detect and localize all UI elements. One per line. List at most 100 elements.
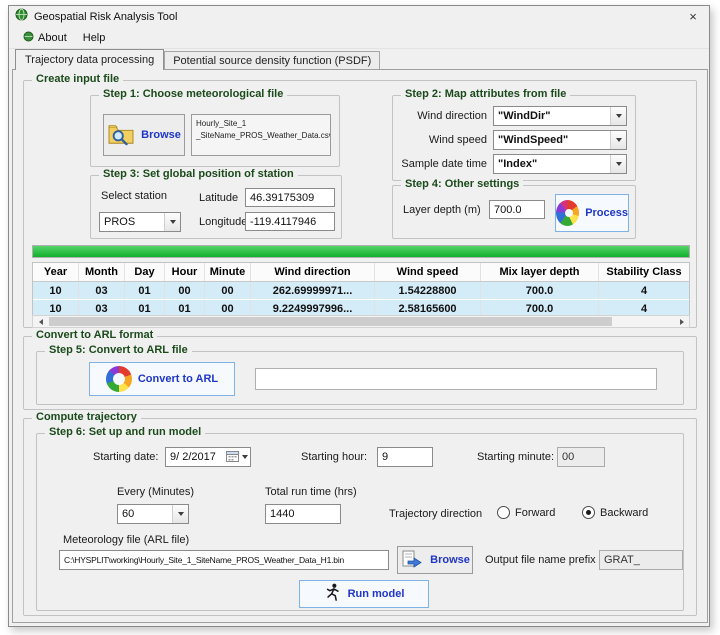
screen: Geospatial Risk Analysis Tool × About He… xyxy=(0,0,720,635)
step4-group: Step 4: Other settings Layer depth (m) 7… xyxy=(392,185,636,239)
starting-date-picker[interactable]: 9/ 2/2017 xyxy=(165,447,251,467)
browse-met-file-button[interactable]: Browse xyxy=(103,114,185,156)
latitude-input[interactable]: 46.39175309 xyxy=(245,188,335,207)
window-title: Geospatial Risk Analysis Tool xyxy=(34,11,177,23)
browse-arl-file-label: Browse xyxy=(430,554,470,566)
tab-trajectory-data-processing[interactable]: Trajectory data processing xyxy=(15,49,164,70)
cell-wind-direction: 262.69999971... xyxy=(251,282,375,299)
wind-speed-value: "WindSpeed" xyxy=(498,134,568,146)
cell-mix-layer-depth: 700.0 xyxy=(481,282,599,299)
sample-date-time-dropdown-icon[interactable] xyxy=(610,155,626,173)
import-progress-fill xyxy=(33,246,689,257)
station-value: PROS xyxy=(104,216,135,228)
step3-title: Step 3: Set global position of station xyxy=(99,168,298,180)
station-combobox[interactable]: PROS xyxy=(99,212,181,232)
table-header-row: Year Month Day Hour Minute Wind directio… xyxy=(33,263,689,282)
process-pinwheel-icon xyxy=(556,200,579,226)
starting-minute-input: 00 xyxy=(557,447,605,467)
station-dropdown-icon[interactable] xyxy=(164,213,180,231)
scroll-left-icon[interactable] xyxy=(33,316,48,327)
header-hour: Hour xyxy=(165,263,205,281)
trajectory-direction-label: Trajectory direction xyxy=(389,508,482,520)
wind-direction-dropdown-icon[interactable] xyxy=(610,107,626,125)
app-icon xyxy=(15,8,28,26)
step2-group: Step 2: Map attributes from file Wind di… xyxy=(392,95,636,181)
total-run-time-input[interactable]: 1440 xyxy=(265,504,341,524)
step2-title: Step 2: Map attributes from file xyxy=(401,88,570,100)
close-button[interactable]: × xyxy=(677,6,709,27)
table-row[interactable]: 10 03 01 00 00 262.69999971... 1.5422880… xyxy=(33,282,689,300)
longitude-input[interactable]: -119.4117946 xyxy=(245,212,335,231)
met-file-display: Hourly_Site_1 _SiteName_PROS_Weather_Dat… xyxy=(191,114,331,156)
cell-stability-class: 4 xyxy=(599,282,689,299)
step6-title: Step 6: Set up and run model xyxy=(45,426,205,438)
date-dropdown-icon[interactable] xyxy=(242,455,248,459)
menu-about[interactable]: About xyxy=(15,28,75,48)
cell-month: 03 xyxy=(79,282,125,299)
convert-color-ring-icon xyxy=(106,366,132,392)
backward-radio-circle-icon[interactable] xyxy=(582,506,595,519)
step5-title: Step 5: Convert to ARL file xyxy=(45,344,192,356)
cell-day: 01 xyxy=(125,282,165,299)
meteorology-file-label: Meteorology file (ARL file) xyxy=(63,534,189,546)
tab-psdf[interactable]: Potential source density function (PSDF) xyxy=(164,51,380,70)
compute-trajectory-title: Compute trajectory xyxy=(32,411,141,423)
layer-depth-input[interactable]: 700.0 xyxy=(489,200,545,219)
header-day: Day xyxy=(125,263,165,281)
starting-hour-label: Starting hour: xyxy=(301,451,367,463)
forward-radio[interactable]: Forward xyxy=(497,506,555,519)
every-minutes-value: 60 xyxy=(122,508,134,520)
import-progress-bar xyxy=(32,245,690,258)
met-file-line2: _SiteName_PROS_Weather_Data.csv xyxy=(196,130,326,142)
forward-radio-circle-icon[interactable] xyxy=(497,506,510,519)
backward-radio[interactable]: Backward xyxy=(582,506,648,519)
wind-speed-label: Wind speed xyxy=(395,134,487,146)
calendar-icon[interactable] xyxy=(226,450,239,465)
weather-data-table: Year Month Day Hour Minute Wind directio… xyxy=(32,262,690,319)
step3-group: Step 3: Set global position of station S… xyxy=(90,175,342,239)
convert-to-arl-group: Convert to ARL format Step 5: Convert to… xyxy=(23,336,697,410)
meteorology-file-input[interactable]: C:\HYSPLIT\working\Hourly_Site_1_SiteNam… xyxy=(59,550,389,570)
convert-progress-bar xyxy=(255,368,657,390)
header-minute: Minute xyxy=(205,263,251,281)
header-mix-layer-depth: Mix layer depth xyxy=(481,263,599,281)
menu-about-label: About xyxy=(38,32,67,44)
header-wind-speed: Wind speed xyxy=(375,263,481,281)
run-model-button[interactable]: Run model xyxy=(299,580,429,608)
process-label: Process xyxy=(585,207,628,219)
every-minutes-combobox[interactable]: 60 xyxy=(117,504,189,524)
backward-radio-label: Backward xyxy=(600,507,648,519)
convert-to-arl-label: Convert to ARL xyxy=(138,373,218,385)
output-prefix-label: Output file name prefix xyxy=(485,554,596,566)
table-horizontal-scrollbar[interactable] xyxy=(32,315,690,328)
every-minutes-dropdown-icon[interactable] xyxy=(172,505,188,523)
starting-hour-input[interactable]: 9 xyxy=(377,447,433,467)
convert-to-arl-button[interactable]: Convert to ARL xyxy=(89,362,235,396)
browse-met-file-label: Browse xyxy=(141,129,181,141)
every-minutes-label: Every (Minutes) xyxy=(117,486,194,498)
wind-speed-combobox[interactable]: "WindSpeed" xyxy=(493,130,627,150)
convert-to-arl-title: Convert to ARL format xyxy=(32,329,157,341)
create-input-file-group: Create input file Step 1: Choose meteoro… xyxy=(23,80,697,328)
header-stability-class: Stability Class xyxy=(599,263,689,281)
step1-title: Step 1: Choose meteorological file xyxy=(99,88,287,100)
process-button[interactable]: Process xyxy=(555,194,629,232)
step5-group: Step 5: Convert to ARL file Convert to A… xyxy=(36,351,684,405)
scroll-right-icon[interactable] xyxy=(674,316,689,327)
wind-direction-combobox[interactable]: "WindDir" xyxy=(493,106,627,126)
wind-speed-dropdown-icon[interactable] xyxy=(610,131,626,149)
forward-radio-label: Forward xyxy=(515,507,555,519)
menu-help[interactable]: Help xyxy=(75,29,114,47)
run-model-label: Run model xyxy=(348,588,405,600)
scrollbar-thumb[interactable] xyxy=(49,317,612,326)
header-month: Month xyxy=(79,263,125,281)
browse-arl-file-button[interactable]: Browse xyxy=(397,546,473,574)
wind-direction-value: "WindDir" xyxy=(498,110,551,122)
sample-date-time-label: Sample date time xyxy=(395,158,487,170)
compute-trajectory-group: Compute trajectory Step 6: Set up and ru… xyxy=(23,418,697,616)
starting-minute-label: Starting minute: xyxy=(477,451,554,463)
output-prefix-input[interactable]: GRAT_ xyxy=(599,550,683,570)
sample-date-time-combobox[interactable]: "Index" xyxy=(493,154,627,174)
scrollbar-track[interactable] xyxy=(48,316,674,327)
step6-group: Step 6: Set up and run model Starting da… xyxy=(36,433,684,611)
